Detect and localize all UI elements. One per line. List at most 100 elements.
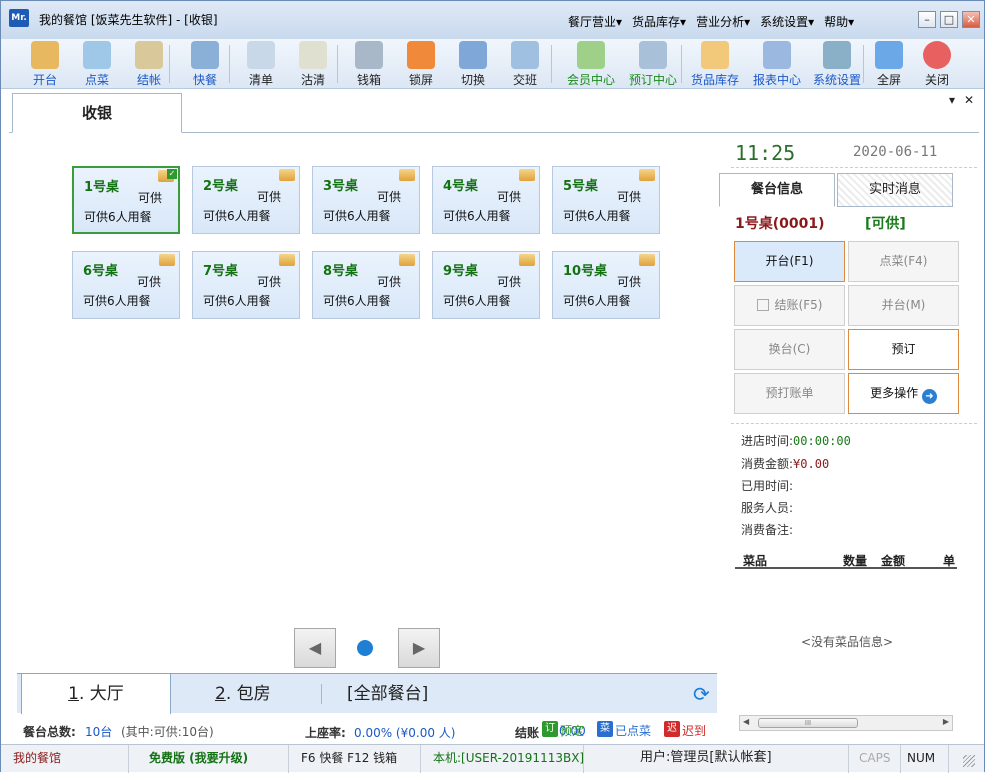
status-hotkeys: F6 快餐 F12 钱箱	[289, 745, 421, 773]
table-card[interactable]: 8号桌 可供 可供6人用餐	[312, 251, 420, 319]
more-actions-button[interactable]: 更多操作 ➜	[848, 373, 959, 414]
toolbar-inventory-button[interactable]: 货品库存	[685, 39, 745, 89]
table-name: 8号桌	[323, 264, 359, 279]
toolbar-cash-box-button[interactable]: 钱箱	[343, 39, 395, 89]
toolbar-label: 报表中心	[752, 73, 801, 87]
clock: 11:25	[735, 141, 796, 165]
maximize-button[interactable]: □	[940, 11, 958, 28]
total-tables-label: 餐台总数:	[23, 725, 76, 739]
toolbar-member-center-button[interactable]: 会员中心	[561, 39, 621, 89]
scroll-left-icon[interactable]: ◀	[743, 717, 749, 726]
order-dish-button[interactable]: 点菜(F4)	[848, 241, 959, 282]
scroll-thumb[interactable]: III	[758, 718, 858, 728]
fast-food-clock-icon	[191, 41, 219, 69]
tab-private-room[interactable]: 2. 包房	[215, 674, 271, 714]
resize-grip-icon[interactable]	[963, 755, 975, 767]
checkout-button[interactable]: 结账(F5)	[734, 285, 845, 326]
table-card[interactable]: 9号桌 可供 可供6人用餐	[432, 251, 540, 319]
table-status: 可供	[377, 275, 402, 289]
table-card[interactable]: 7号桌 可供 可供6人用餐	[192, 251, 300, 319]
tab-hall[interactable]: 1. 大厅	[21, 674, 171, 714]
table-status: 可供	[377, 190, 402, 204]
table-card[interactable]: 4号桌 可供 可供6人用餐	[432, 166, 540, 234]
tab-cashier[interactable]: 收银	[12, 93, 182, 133]
close-window-button[interactable]: ✕	[962, 11, 980, 28]
table-capacity: 可供6人用餐	[83, 294, 151, 308]
late-legend-icon: 迟	[664, 721, 680, 737]
current-table-status: [可供]	[865, 216, 906, 232]
tab-close-icon[interactable]: ✕	[964, 93, 974, 107]
total-tables-detail: (其中:可供:10台)	[121, 725, 214, 739]
table-status: 可供	[138, 191, 163, 205]
toolbar-shift-change-button[interactable]: 交班	[499, 39, 551, 89]
table-capacity: 可供6人用餐	[323, 209, 391, 223]
toolbar-label: 交班	[512, 73, 537, 87]
tab-all-tables[interactable]: [全部餐台]	[347, 674, 428, 714]
menu-inventory[interactable]: 货品库存▾	[627, 13, 691, 30]
table-capacity: 可供6人用餐	[203, 209, 271, 223]
toolbar-power-button[interactable]: 关闭	[911, 39, 963, 89]
toolbar-label: 切换	[460, 73, 485, 87]
toolbar-lock-button[interactable]: 锁屏	[395, 39, 447, 89]
menu-restaurant[interactable]: 餐厅营业▾	[563, 13, 627, 30]
menu-analysis[interactable]: 营业分析▾	[691, 13, 755, 30]
system-settings-icon	[823, 41, 851, 69]
menu-bar: 餐厅营业▾ 货品库存▾ 营业分析▾ 系统设置▾ 帮助▾	[563, 13, 859, 30]
menu-help[interactable]: 帮助▾	[819, 13, 859, 30]
menu-settings[interactable]: 系统设置▾	[755, 13, 819, 30]
toolbar-label: 清单	[248, 73, 273, 87]
toolbar-order-dish-button[interactable]: 点菜	[71, 39, 123, 89]
tab-realtime-messages[interactable]: 实时消息	[837, 173, 953, 207]
table-card[interactable]: 2号桌 可供 可供6人用餐	[192, 166, 300, 234]
table-flag-icon	[279, 169, 295, 181]
dish-table-header: 菜品 数量 金额 单	[735, 551, 957, 569]
minimize-button[interactable]: –	[918, 11, 936, 28]
inventory-icon	[701, 41, 729, 69]
table-flag-icon	[519, 169, 535, 181]
table-card[interactable]: 10号桌 可供 可供6人用餐	[552, 251, 660, 319]
table-status: 可供	[257, 190, 282, 204]
table-capacity: 可供6人用餐	[84, 210, 152, 224]
table-card[interactable]: ✓ 1号桌 可供 可供6人用餐	[72, 166, 180, 234]
table-card[interactable]: 3号桌 可供 可供6人用餐	[312, 166, 420, 234]
table-name: 10号桌	[563, 264, 608, 279]
col-unit: 单	[943, 554, 956, 568]
tab-room-label: . 包房	[225, 684, 271, 704]
preprint-bill-button[interactable]: 预打账单	[734, 373, 845, 414]
status-host: 本机:[USER-20191113BX]	[421, 745, 584, 773]
merge-table-button[interactable]: 并台(M)	[848, 285, 959, 326]
next-page-button[interactable]: ▶	[398, 628, 440, 668]
title-bar: Mr. 我的餐馆 [饭菜先生软件] - [收银] 餐厅营业▾ 货品库存▾ 营业分…	[1, 1, 984, 39]
toolbar-reservation-center-button[interactable]: 预订中心	[623, 39, 683, 89]
tab-table-info[interactable]: 餐台信息	[719, 173, 835, 207]
toolbar-fullscreen-button[interactable]: 全屏	[863, 39, 915, 89]
status-edition[interactable]: 免费版 (我要升级)	[129, 745, 289, 773]
prev-page-button[interactable]: ◀	[294, 628, 336, 668]
lock-icon	[407, 41, 435, 69]
table-card[interactable]: 6号桌 可供 可供6人用餐	[72, 251, 180, 319]
refresh-icon[interactable]: ⟳	[693, 684, 713, 704]
toolbar-open-table-button[interactable]: 开台	[19, 39, 71, 89]
checkout-icon	[135, 41, 163, 69]
dish-horizontal-scrollbar[interactable]: ◀ III ▶	[739, 715, 953, 731]
change-table-button[interactable]: 换台(C)	[734, 329, 845, 370]
table-flag-icon	[279, 254, 295, 266]
table-flag-icon	[639, 254, 655, 266]
table-card[interactable]: 5号桌 可供 可供6人用餐	[552, 166, 660, 234]
shift-change-icon	[511, 41, 539, 69]
amount-label: 消费金额:	[741, 457, 794, 471]
toolbar-system-settings-button[interactable]: 系统设置	[807, 39, 867, 89]
tab-menu-chevron-icon[interactable]: ▾	[949, 93, 955, 107]
table-capacity: 可供6人用餐	[203, 294, 271, 308]
reserve-button[interactable]: 预订	[848, 329, 959, 370]
toolbar-list-button[interactable]: 清单	[235, 39, 287, 89]
open-table-button[interactable]: 开台(F1)	[734, 241, 845, 282]
toolbar-switch-user-button[interactable]: 切换	[447, 39, 499, 89]
summary-bar: 餐台总数: 10台 (其中:可供:10台) 上座率: 0.00% (¥0.00 …	[23, 721, 723, 743]
toolbar-checkout-button[interactable]: 结帐	[123, 39, 175, 89]
table-name: 7号桌	[203, 264, 239, 279]
toolbar-fast-food-clock-button[interactable]: 快餐	[179, 39, 231, 89]
toolbar-report-chart-button[interactable]: 报表中心	[747, 39, 807, 89]
scroll-right-icon[interactable]: ▶	[943, 717, 949, 726]
toolbar-sold-out-button[interactable]: 沽清	[287, 39, 339, 89]
